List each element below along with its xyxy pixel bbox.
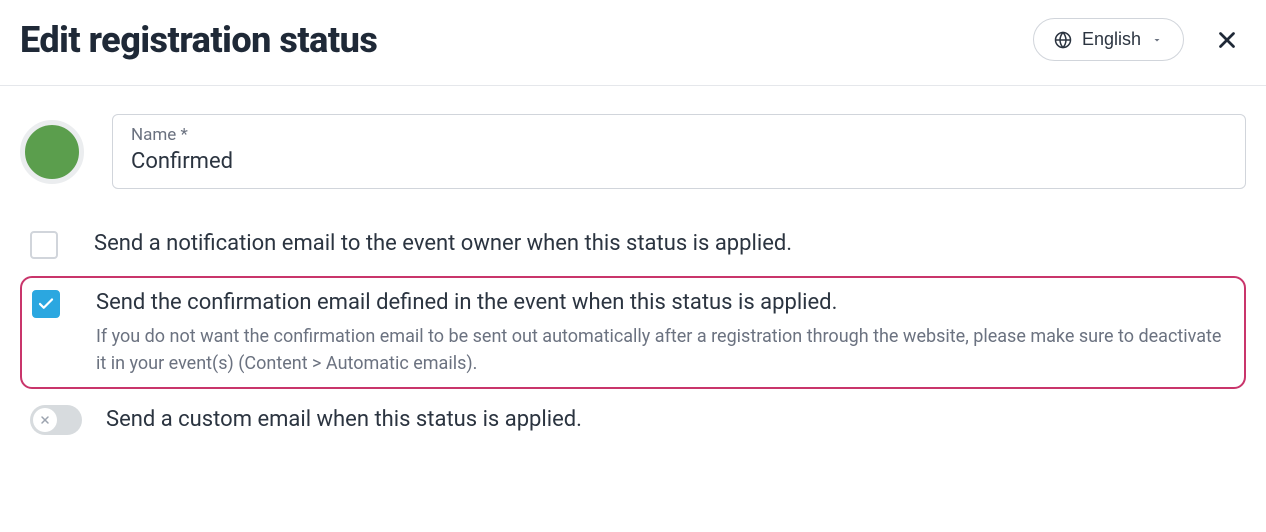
checkbox-notify-owner[interactable] (30, 231, 58, 259)
option-label: Send a custom email when this status is … (106, 405, 582, 436)
dialog-content: Name * Send a notification email to the … (0, 86, 1266, 459)
name-input[interactable] (131, 149, 1227, 174)
option-notify-owner: Send a notification email to the event o… (20, 225, 1246, 264)
name-field-container: Name * (112, 114, 1246, 189)
header-actions: English (1033, 18, 1246, 61)
option-custom-email: Send a custom email when this status is … (20, 401, 1246, 440)
close-icon (1214, 27, 1240, 53)
option-label: Send the confirmation email defined in t… (96, 288, 1234, 319)
check-icon (37, 295, 55, 313)
toggle-knob (33, 408, 57, 432)
name-row: Name * (20, 114, 1246, 189)
option-text: Send a custom email when this status is … (106, 405, 582, 436)
option-text: Send the confirmation email defined in t… (96, 288, 1234, 377)
page-title: Edit registration status (20, 19, 377, 61)
checkbox-confirmation-email[interactable] (32, 290, 60, 318)
language-selector[interactable]: English (1033, 18, 1184, 61)
dialog-header: Edit registration status English (0, 0, 1266, 86)
globe-icon (1054, 31, 1072, 49)
toggle-custom-email[interactable] (30, 405, 82, 435)
caret-down-icon (1151, 34, 1163, 46)
option-label: Send a notification email to the event o… (94, 229, 792, 260)
options-list: Send a notification email to the event o… (20, 225, 1246, 439)
status-color-swatch[interactable] (20, 120, 84, 184)
option-description: If you do not want the confirmation emai… (96, 323, 1234, 377)
language-label: English (1082, 29, 1141, 50)
close-button[interactable] (1208, 21, 1246, 59)
option-confirmation-email: Send the confirmation email defined in t… (20, 276, 1246, 389)
option-text: Send a notification email to the event o… (94, 229, 792, 260)
x-icon (39, 414, 51, 426)
name-label: Name * (131, 125, 1227, 145)
